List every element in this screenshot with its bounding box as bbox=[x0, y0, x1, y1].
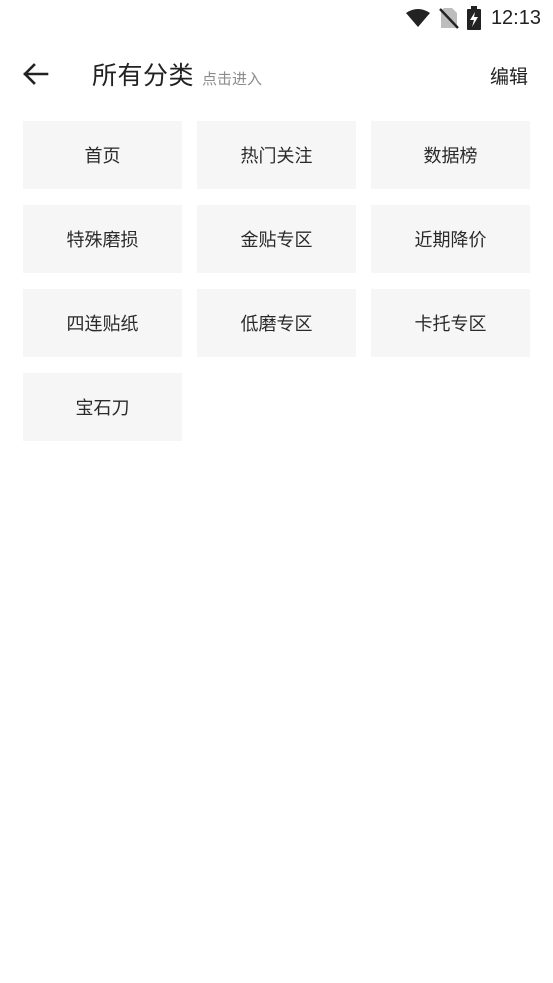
edit-button[interactable]: 编辑 bbox=[490, 62, 528, 89]
category-tile-hot[interactable]: 热门关注 bbox=[197, 121, 356, 189]
wifi-icon bbox=[405, 8, 431, 28]
category-tile-data-ranking[interactable]: 数据榜 bbox=[371, 121, 530, 189]
category-tile-low-wear[interactable]: 低磨专区 bbox=[197, 289, 356, 357]
header: 所有分类 点击进入 编辑 bbox=[0, 48, 553, 100]
status-time: 12:13 bbox=[490, 7, 541, 29]
status-bar: 12:13 bbox=[0, 0, 553, 36]
back-button[interactable] bbox=[14, 54, 56, 94]
page-title: 所有分类 bbox=[92, 61, 195, 90]
arrow-left-icon bbox=[21, 62, 49, 86]
category-tile-home[interactable]: 首页 bbox=[23, 121, 182, 189]
category-tile-recent-price-drop[interactable]: 近期降价 bbox=[371, 205, 530, 273]
page-subtitle: 点击进入 bbox=[202, 70, 263, 88]
category-tile-special-wear[interactable]: 特殊磨损 bbox=[23, 205, 182, 273]
battery-charging-icon bbox=[466, 6, 481, 30]
category-tile-katowice[interactable]: 卡托专区 bbox=[371, 289, 530, 357]
no-sim-icon bbox=[439, 7, 459, 29]
status-icons: 12:13 bbox=[405, 6, 541, 30]
category-grid: 首页 热门关注 数据榜 特殊磨损 金贴专区 近期降价 四连贴纸 低磨专区 卡托专… bbox=[23, 121, 530, 441]
category-tile-gem-knife[interactable]: 宝石刀 bbox=[23, 373, 182, 441]
category-tile-four-stickers[interactable]: 四连贴纸 bbox=[23, 289, 182, 357]
category-tile-gold-sticker[interactable]: 金贴专区 bbox=[197, 205, 356, 273]
title-wrap: 所有分类 点击进入 bbox=[92, 56, 262, 92]
